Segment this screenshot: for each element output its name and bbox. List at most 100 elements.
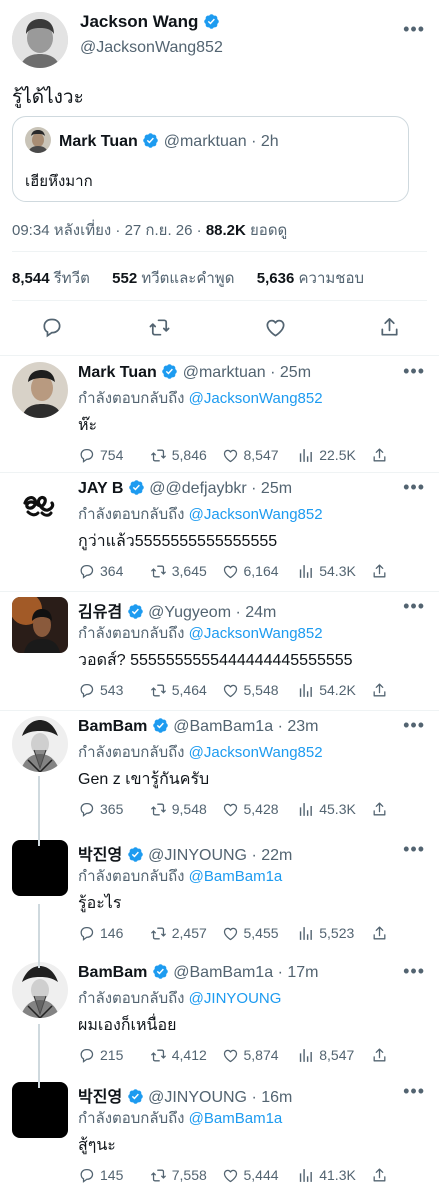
reply-time[interactable]: · 25m: [251, 480, 292, 497]
reply-avatar[interactable]: [12, 840, 68, 896]
reply-button[interactable]: 146: [78, 925, 150, 942]
reply-time[interactable]: · 25m: [270, 364, 311, 381]
like-button[interactable]: 5,428: [222, 801, 298, 818]
reply-action-bar: 754 5,846 8,547 22.5K: [78, 445, 388, 465]
reply-time[interactable]: · 23m: [278, 718, 319, 735]
views-button[interactable]: 22.5K: [297, 447, 371, 464]
reply-to-handle[interactable]: @JacksonWang852: [189, 744, 323, 761]
likes-count: 5,636: [256, 270, 295, 287]
reply-author-handle[interactable]: @JINYOUNG: [148, 847, 247, 864]
author-name[interactable]: Jackson Wang: [80, 12, 198, 31]
reply-to-handle[interactable]: @JacksonWang852: [189, 390, 323, 407]
more-dots-icon[interactable]: •••: [403, 478, 425, 496]
reply-to-handle[interactable]: @JacksonWang852: [189, 625, 323, 642]
reply-to-handle[interactable]: @BamBam1a: [189, 1110, 283, 1127]
reply-button[interactable]: 754: [78, 447, 150, 464]
share-icon[interactable]: [378, 316, 401, 339]
views-button[interactable]: 8,547: [297, 1047, 371, 1064]
views-button[interactable]: 5,523: [297, 925, 371, 942]
reply-to-handle[interactable]: @BamBam1a: [189, 868, 283, 885]
reply-button[interactable]: 145: [78, 1167, 150, 1184]
reply-button[interactable]: 364: [78, 563, 150, 580]
retweet-icon[interactable]: [148, 316, 171, 339]
retweet-button[interactable]: 5,464: [150, 682, 222, 699]
views-count: 88.2K: [205, 222, 246, 239]
reply-author-name[interactable]: JAY B: [78, 480, 123, 497]
like-button[interactable]: 5,874: [222, 1047, 298, 1064]
more-dots-icon[interactable]: •••: [403, 1082, 425, 1100]
reply-author-handle[interactable]: @@defjaybkr: [149, 480, 246, 497]
reply-button[interactable]: 543: [78, 682, 150, 699]
reply-to-handle[interactable]: @JacksonWang852: [189, 506, 323, 523]
reply-author-name[interactable]: 박진영: [78, 847, 122, 864]
reply-author-handle[interactable]: @BamBam1a: [173, 964, 273, 981]
reply-avatar[interactable]: [12, 1082, 68, 1138]
views-button[interactable]: 54.2K: [297, 682, 371, 699]
reply-author-name[interactable]: 박진영: [78, 1089, 122, 1106]
like-count: 6,164: [243, 563, 279, 579]
like-button[interactable]: 5,548: [222, 682, 298, 699]
share-button[interactable]: [371, 925, 388, 942]
share-button[interactable]: [371, 563, 388, 580]
reply-icon: [78, 801, 95, 818]
reply-time[interactable]: · 16m: [251, 1089, 292, 1106]
share-button[interactable]: [371, 447, 388, 464]
like-button[interactable]: 5,444: [222, 1167, 298, 1184]
reply-icon[interactable]: [40, 316, 63, 339]
reply-author-handle[interactable]: @Yugyeom: [148, 604, 231, 621]
views-button[interactable]: 54.3K: [297, 563, 371, 580]
more-dots-icon[interactable]: •••: [403, 716, 425, 734]
reply-time[interactable]: · 17m: [278, 964, 319, 981]
reply-to-handle[interactable]: @JINYOUNG: [189, 990, 282, 1007]
reply-author-name[interactable]: BamBam: [78, 718, 147, 735]
tweet-timestamp[interactable]: 09:34 หลังเที่ยง · 27 ก.ย. 26 ·: [12, 222, 202, 239]
reply-author-handle[interactable]: @JINYOUNG: [148, 1089, 247, 1106]
reply-avatar[interactable]: [12, 478, 68, 534]
like-button[interactable]: 5,455: [222, 925, 298, 942]
like-button[interactable]: 6,164: [222, 563, 298, 580]
retweet-button[interactable]: 9,548: [150, 801, 222, 818]
quote-tweet-card[interactable]: Mark Tuan @marktuan · 2h เฮียหึงมาก: [12, 116, 409, 202]
retweet-icon: [150, 925, 167, 942]
reply-author-name[interactable]: Mark Tuan: [78, 364, 157, 381]
reply-author-handle[interactable]: @marktuan: [183, 364, 266, 381]
retweet-button[interactable]: 4,412: [150, 1047, 222, 1064]
more-dots-icon[interactable]: •••: [403, 962, 425, 980]
reply-avatar[interactable]: [12, 597, 68, 653]
reply-author-name[interactable]: 김유겸: [78, 604, 122, 621]
retweet-button[interactable]: 2,457: [150, 925, 222, 942]
like-button[interactable]: 8,547: [222, 447, 298, 464]
reply-button[interactable]: 215: [78, 1047, 150, 1064]
retweets-stat[interactable]: 8,544 รีทวีต: [12, 270, 94, 287]
views-count: 41.3K: [319, 1167, 356, 1183]
share-button[interactable]: [371, 1047, 388, 1064]
heart-icon[interactable]: [264, 316, 287, 339]
quotes-stat[interactable]: 552 ทวีตและคำพูด: [112, 270, 238, 287]
reply-time[interactable]: · 22m: [251, 847, 292, 864]
retweet-button[interactable]: 3,645: [150, 563, 222, 580]
more-dots-icon[interactable]: •••: [403, 840, 425, 858]
retweet-button[interactable]: 5,846: [150, 447, 222, 464]
views-button[interactable]: 41.3K: [297, 1167, 371, 1184]
author-avatar[interactable]: [12, 12, 68, 68]
share-button[interactable]: [371, 801, 388, 818]
retweet-button[interactable]: 7,558: [150, 1167, 222, 1184]
reply-author-name[interactable]: BamBam: [78, 964, 147, 981]
share-button[interactable]: [371, 682, 388, 699]
reply-time[interactable]: · 24m: [235, 604, 276, 621]
verified-badge-icon: [203, 13, 220, 30]
share-button[interactable]: [371, 1167, 388, 1184]
reply-author-handle[interactable]: @BamBam1a: [173, 718, 273, 735]
author-handle[interactable]: @JacksonWang852: [80, 39, 223, 57]
heart-icon: [222, 563, 239, 580]
more-dots-icon[interactable]: •••: [403, 597, 425, 615]
reply-avatar[interactable]: [12, 362, 68, 418]
likes-stat[interactable]: 5,636 ความชอบ: [257, 270, 364, 287]
reply-avatar[interactable]: [12, 716, 68, 772]
reply-icon: [78, 447, 95, 464]
more-dots-icon[interactable]: •••: [403, 20, 425, 38]
reply-avatar[interactable]: [12, 962, 68, 1018]
more-dots-icon[interactable]: •••: [403, 362, 425, 380]
views-button[interactable]: 45.3K: [297, 801, 371, 818]
reply-button[interactable]: 365: [78, 801, 150, 818]
